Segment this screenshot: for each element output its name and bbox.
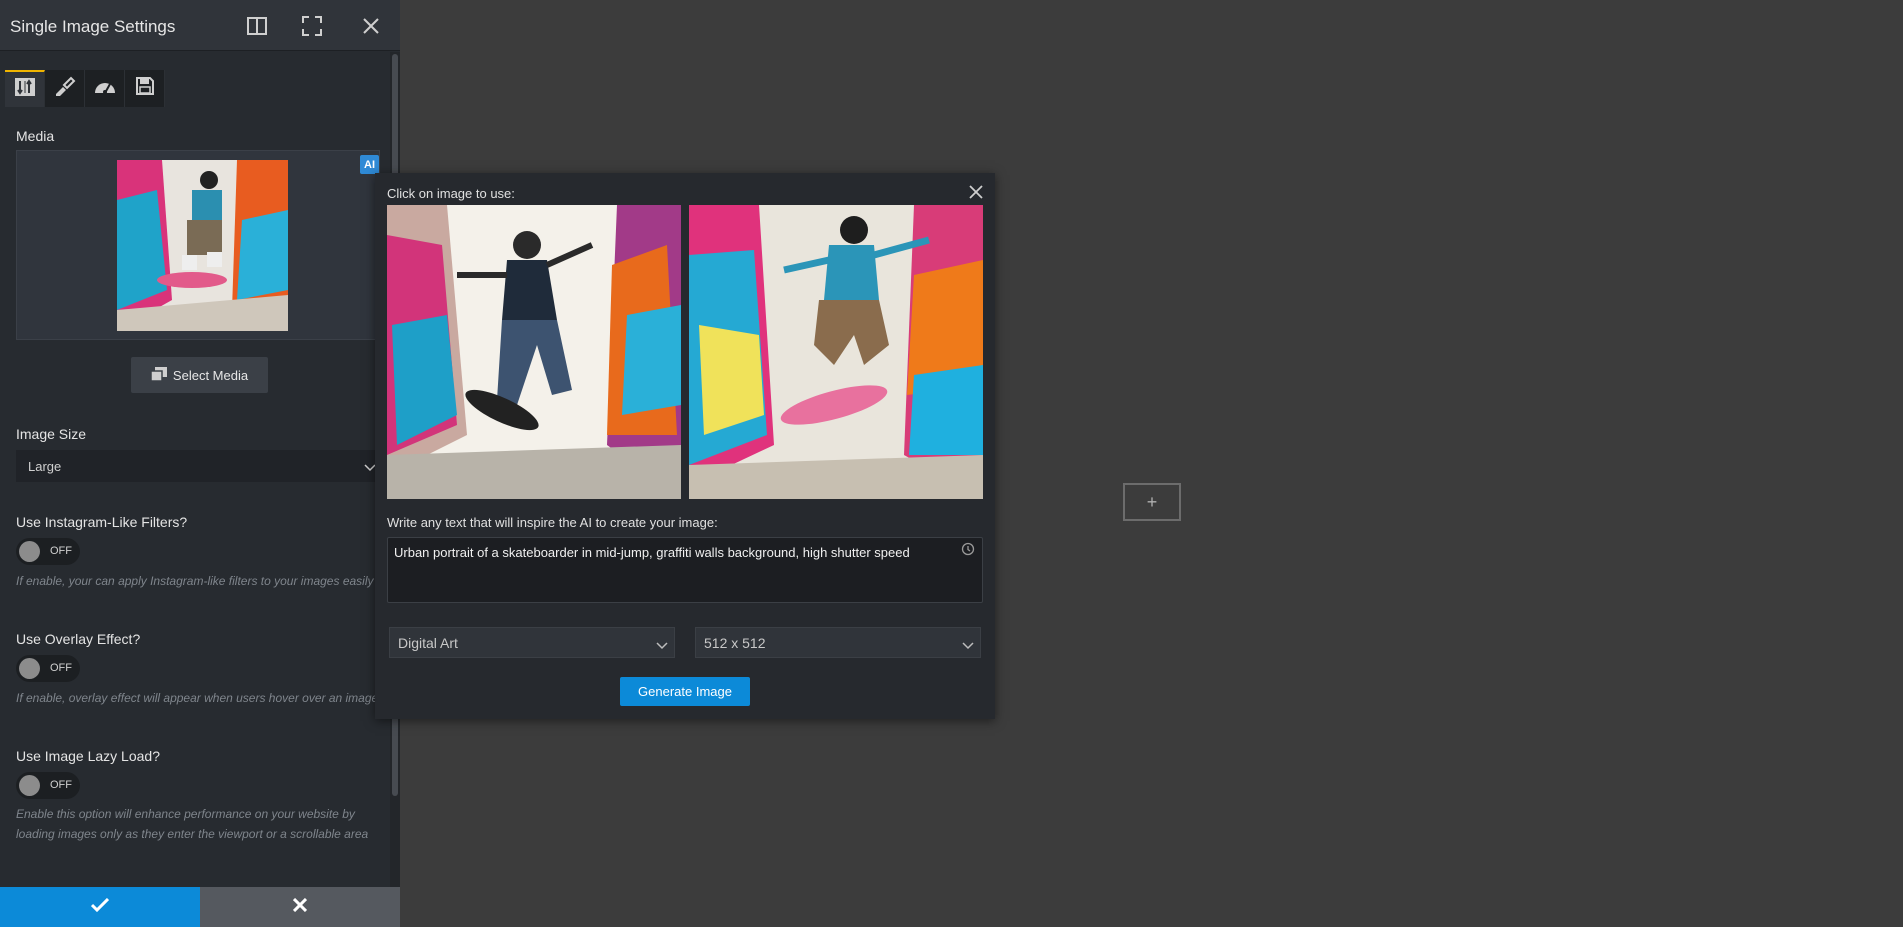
history-icon[interactable] [961, 542, 975, 561]
generated-image-2[interactable] [689, 205, 983, 499]
overlay-help: If enable, overlay effect will appear wh… [16, 691, 379, 705]
lazy-load-label: Use Image Lazy Load? [16, 748, 160, 764]
toggle-state: OFF [50, 779, 72, 791]
instagram-filters-help: If enable, your can apply Instagram-like… [16, 574, 374, 588]
style-value: Digital Art [398, 635, 458, 651]
tab-save[interactable] [125, 70, 165, 107]
prompt-text: Urban portrait of a skateboarder in mid-… [394, 545, 910, 560]
size-value: 512 x 512 [704, 635, 766, 651]
close-icon [292, 897, 308, 917]
settings-panel: Single Image Settings Media AI Select Me… [0, 0, 400, 927]
media-thumbnail [117, 160, 288, 331]
fullscreen-icon[interactable] [298, 12, 326, 40]
gauge-icon [93, 77, 117, 100]
overlay-label: Use Overlay Effect? [16, 631, 141, 647]
size-select[interactable]: 512 x 512 [695, 627, 981, 658]
panel-header: Single Image Settings [0, 0, 400, 51]
settings-tabs [5, 70, 165, 107]
checkmark-icon [90, 897, 110, 917]
cancel-button[interactable] [200, 887, 400, 927]
save-icon [135, 77, 154, 100]
sliders-icon [14, 78, 35, 101]
toggle-state: OFF [50, 545, 72, 557]
generated-image-1[interactable] [387, 205, 681, 499]
toggle-knob [19, 658, 40, 679]
style-select[interactable]: Digital Art [389, 627, 675, 658]
generate-image-button[interactable]: Generate Image [620, 677, 750, 706]
media-label: Media [16, 128, 55, 144]
modal-hint: Click on image to use: [387, 186, 515, 201]
instagram-filters-toggle[interactable]: OFF [16, 538, 80, 565]
add-block-button[interactable]: + [1123, 483, 1181, 521]
media-preview[interactable] [16, 150, 380, 340]
select-media-button[interactable]: Select Media [131, 357, 268, 393]
image-size-select[interactable]: Large [16, 450, 380, 482]
overlay-toggle[interactable]: OFF [16, 655, 80, 682]
image-size-value: Large [28, 459, 62, 474]
instagram-filters-label: Use Instagram-Like Filters? [16, 514, 188, 530]
prompt-textarea[interactable]: Urban portrait of a skateboarder in mid-… [387, 537, 983, 603]
images-icon [150, 366, 167, 384]
select-media-label: Select Media [172, 367, 249, 383]
split-view-icon[interactable] [243, 12, 271, 40]
close-icon[interactable] [357, 12, 385, 40]
toggle-knob [19, 541, 40, 562]
toggle-state: OFF [50, 662, 72, 674]
panel-title: Single Image Settings [10, 17, 176, 36]
apply-button[interactable] [0, 887, 200, 927]
tab-style[interactable] [45, 70, 85, 107]
plus-icon: + [1146, 491, 1158, 512]
tab-general[interactable] [5, 70, 45, 107]
chevron-down-icon [962, 637, 974, 653]
prompt-label: Write any text that will inspire the AI … [387, 515, 718, 530]
tab-performance[interactable] [85, 70, 125, 107]
brush-icon [54, 76, 76, 101]
toggle-knob [19, 775, 40, 796]
lazy-load-help: Enable this option will enhance performa… [16, 807, 369, 841]
ai-image-modal: Click on image to use: Write any text th… [375, 173, 995, 719]
close-icon[interactable] [966, 182, 986, 202]
image-size-label: Image Size [16, 426, 87, 442]
chevron-down-icon [656, 637, 668, 653]
ai-generate-badge[interactable]: AI [360, 155, 379, 174]
lazy-load-toggle[interactable]: OFF [16, 772, 80, 799]
